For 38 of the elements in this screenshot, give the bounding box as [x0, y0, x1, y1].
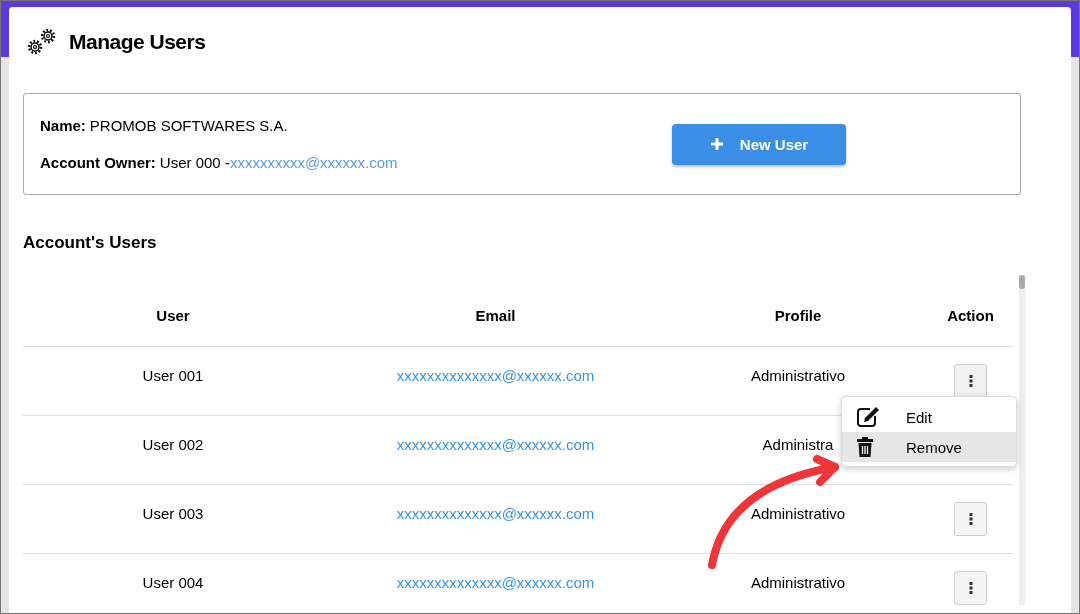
column-header: User — [155, 307, 191, 324]
table-cell: Administrativo — [750, 366, 846, 384]
table-cell: Administra — [762, 435, 834, 453]
email-link[interactable]: xxxxxxxxxxxxxx@xxxxxx.com — [396, 366, 595, 384]
owner-email-link[interactable]: xxxxxxxxxx@xxxxxx.com — [229, 154, 398, 171]
more-button[interactable] — [954, 364, 987, 398]
email-link[interactable]: xxxxxxxxxxxxxx@xxxxxx.com — [396, 504, 595, 522]
menu-item[interactable]: Remove — [842, 432, 1016, 462]
scrollbar-thumb[interactable] — [1019, 275, 1025, 289]
menu-item[interactable]: Edit — [842, 402, 1016, 432]
section-title: Account's Users — [23, 233, 158, 253]
owner-name: User 000 - — [159, 154, 230, 171]
name-label: Name: — [40, 117, 86, 134]
more-vertical-icon — [968, 581, 973, 595]
page-title: Manage Users — [69, 30, 206, 54]
more-button[interactable] — [954, 502, 987, 536]
edit-icon — [856, 406, 880, 428]
column-header: Profile — [773, 307, 823, 324]
email-link[interactable]: xxxxxxxxxxxxxx@xxxxxx.com — [396, 573, 595, 591]
column-header: Email — [474, 307, 517, 324]
gears-icon — [27, 28, 57, 56]
email-link[interactable]: xxxxxxxxxxxxxx@xxxxxx.com — [396, 435, 595, 453]
new-user-button[interactable]: New User — [672, 123, 846, 165]
trash-icon — [856, 436, 874, 458]
table-cell-text: User 001 — [141, 366, 205, 386]
table-cell-text: User 002 — [141, 435, 205, 455]
account-name: PROMOB SOFTWARES S.A. — [89, 117, 288, 134]
scrollbar[interactable] — [1019, 275, 1025, 605]
more-vertical-icon — [968, 374, 973, 388]
table-cell-text: User 004 — [141, 573, 205, 593]
more-vertical-icon — [968, 512, 973, 526]
plus-icon — [709, 137, 724, 151]
column-header: Action — [946, 307, 995, 324]
table-cell: Administrativo — [750, 573, 846, 591]
more-button[interactable] — [954, 571, 987, 605]
owner-label: Account Owner: — [40, 154, 156, 171]
table-cell: Administrativo — [750, 504, 846, 522]
table-cell-text: User 003 — [141, 504, 205, 524]
